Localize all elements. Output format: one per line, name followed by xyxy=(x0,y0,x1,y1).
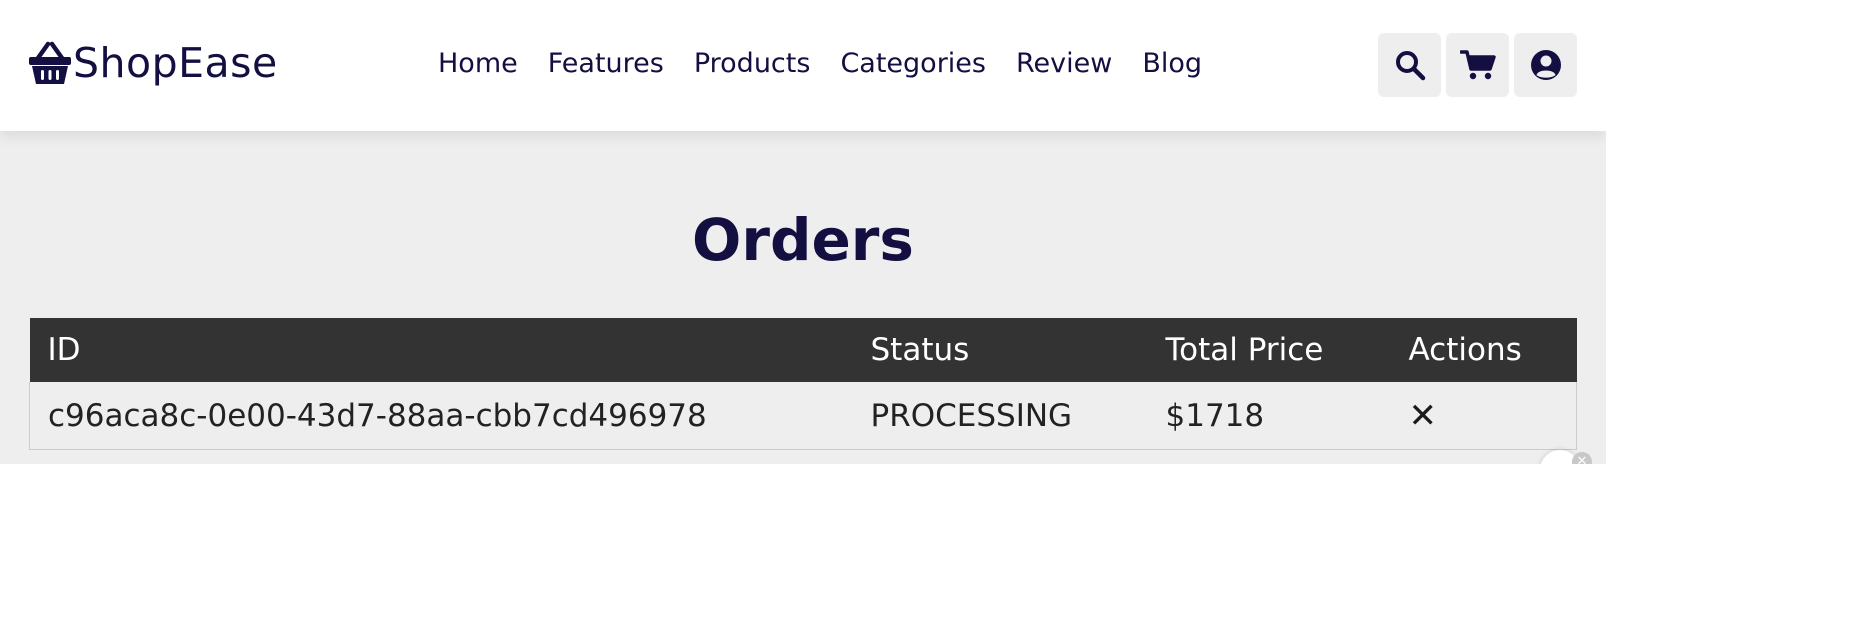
column-header-status: Status xyxy=(852,318,1148,382)
table-row: c96aca8c-0e00-43d7-88aa-cbb7cd496978 PRO… xyxy=(29,382,1577,450)
user-circle-icon xyxy=(1530,50,1561,80)
nav-link-home[interactable]: Home xyxy=(438,44,518,84)
nav-link-blog[interactable]: Blog xyxy=(1142,44,1202,84)
account-button[interactable] xyxy=(1514,33,1577,97)
page-title: Orders xyxy=(692,206,914,274)
order-status-cell: PROCESSING xyxy=(852,382,1148,450)
nav-link-products[interactable]: Products xyxy=(694,44,811,84)
nav-link-categories[interactable]: Categories xyxy=(840,44,986,84)
nav-link-features[interactable]: Features xyxy=(548,44,664,84)
page-viewport: ShopEase Home Features Products Categori… xyxy=(0,0,1606,464)
close-icon[interactable]: ✕ xyxy=(1572,452,1592,464)
orders-table: ID Status Total Price Actions c96aca8c-0… xyxy=(29,318,1577,450)
order-actions-cell: ✕ xyxy=(1390,382,1577,450)
table-header-row: ID Status Total Price Actions xyxy=(29,318,1577,382)
column-header-actions: Actions xyxy=(1390,318,1577,382)
order-id-cell: c96aca8c-0e00-43d7-88aa-cbb7cd496978 xyxy=(29,382,853,450)
main-nav: Home Features Products Categories Review… xyxy=(438,44,1202,84)
brand-name: ShopEase xyxy=(73,39,278,87)
nav-link-review[interactable]: Review xyxy=(1016,44,1112,84)
order-total-cell: $1718 xyxy=(1147,382,1391,450)
column-header-total-price: Total Price xyxy=(1147,318,1391,382)
basket-icon xyxy=(28,40,72,86)
site-header: ShopEase Home Features Products Categori… xyxy=(0,0,1606,131)
close-icon[interactable]: ✕ xyxy=(1409,396,1438,436)
cart-icon xyxy=(1459,50,1496,80)
search-icon xyxy=(1395,51,1425,81)
column-header-id: ID xyxy=(29,318,853,382)
search-button[interactable] xyxy=(1378,33,1441,97)
brand-logo[interactable]: ShopEase xyxy=(28,38,278,88)
cart-button[interactable] xyxy=(1446,33,1509,97)
header-icons xyxy=(1378,33,1577,97)
